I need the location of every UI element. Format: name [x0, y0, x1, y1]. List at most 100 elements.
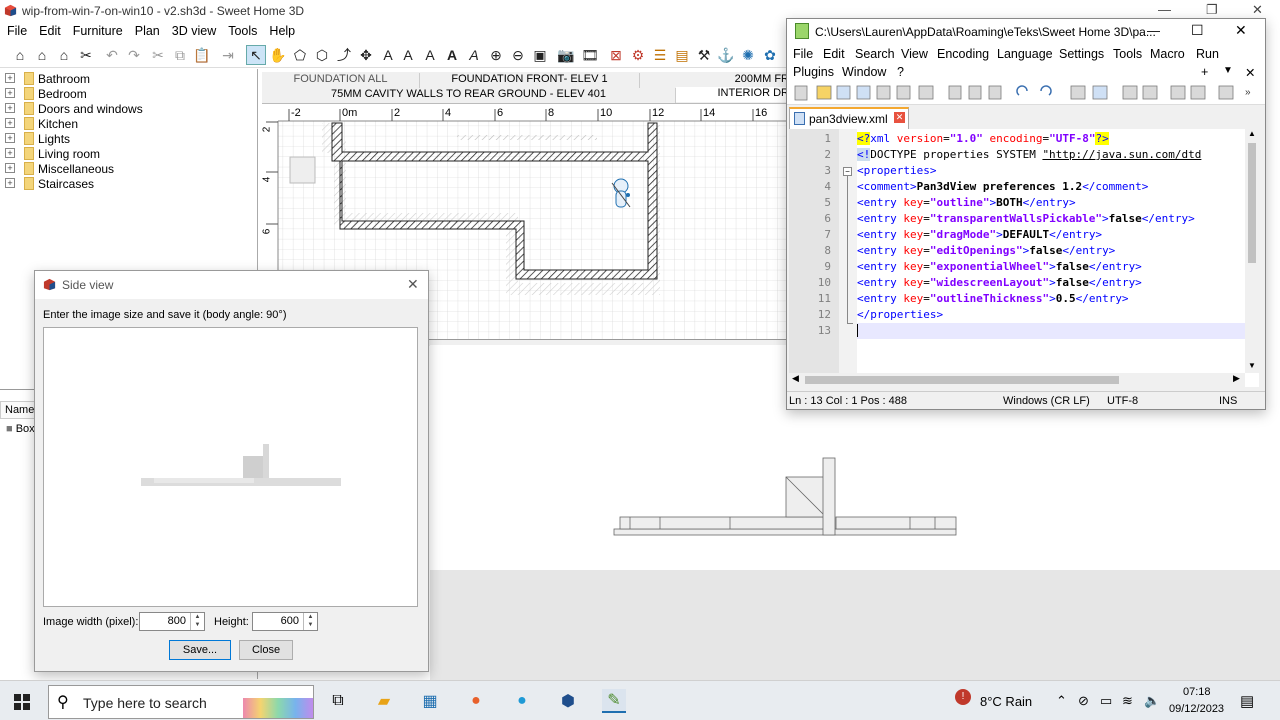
npp-new-tab-icon[interactable]: +	[1201, 65, 1208, 79]
npp-menu-edit[interactable]: Edit	[823, 47, 845, 61]
weather-alert-icon[interactable]: !	[955, 689, 971, 705]
npp-menu-search[interactable]: Search	[855, 47, 895, 61]
notepadpp-taskbar-icon[interactable]: ✎	[602, 689, 626, 713]
paste-icon[interactable]: 📋	[192, 45, 212, 65]
expand-icon[interactable]: +	[5, 118, 15, 128]
npp-tab-pan3dview[interactable]: pan3dview.xml ✕	[789, 107, 909, 129]
catalog-category-miscellaneous[interactable]: + Miscellaneous	[0, 161, 256, 176]
xml-code[interactable]: <?xml version="1.0" encoding="UTF-8"?> <…	[857, 129, 1245, 373]
maximize-icon[interactable]: ☐	[1191, 22, 1204, 39]
expand-icon[interactable]: +	[5, 148, 15, 158]
catalog-category-living-room[interactable]: + Living room	[0, 146, 256, 161]
npp-menu-settings[interactable]: Settings	[1059, 47, 1104, 61]
battery-icon[interactable]: ▭	[1100, 693, 1112, 709]
spinner-arrows-icon[interactable]: ▲ ▼	[303, 613, 317, 630]
wifi-icon[interactable]: ≋	[1122, 693, 1133, 709]
plugin-icon[interactable]: ⊠	[606, 45, 626, 65]
scroll-right-icon[interactable]: ▶	[1233, 373, 1240, 384]
npp-menu-language[interactable]: Language	[997, 47, 1053, 61]
edge-icon[interactable]: ●	[510, 689, 534, 713]
tab-foundation-front[interactable]: FOUNDATION FRONT- ELEV 1	[420, 73, 640, 88]
select-mode-icon[interactable]: ↖	[246, 45, 266, 65]
close-icon[interactable]: ✕	[1235, 22, 1247, 39]
plugin3-icon[interactable]: ☰	[650, 45, 670, 65]
create-dimensions-icon[interactable]: ✥	[356, 45, 376, 65]
expand-icon[interactable]: +	[5, 133, 15, 143]
bold-text-icon[interactable]: A	[442, 45, 462, 65]
menu-3d-view[interactable]: 3D view	[165, 22, 221, 38]
horizontal-scrollbar[interactable]: ◀ ▶	[789, 373, 1245, 387]
open-icon[interactable]: ⌂	[32, 45, 52, 65]
create-labels-icon[interactable]: A	[378, 45, 398, 65]
fold-collapse-icon[interactable]: −	[843, 167, 852, 176]
expand-icon[interactable]: +	[5, 103, 15, 113]
catalog-category-lights[interactable]: + Lights	[0, 131, 256, 146]
restore-icon[interactable]: ❐	[1206, 2, 1218, 18]
minimize-icon[interactable]: —	[1147, 23, 1160, 38]
scroll-left-icon[interactable]: ◀	[792, 373, 799, 384]
menu-help[interactable]: Help	[262, 22, 300, 38]
column-header-name[interactable]: Name	[0, 401, 36, 419]
sweethome3d-taskbar-icon[interactable]: ⬢	[556, 689, 580, 713]
task-view-icon[interactable]: ⧉	[326, 689, 350, 713]
width-spinner[interactable]: 800 ▲ ▼	[139, 612, 205, 631]
menu-file[interactable]: File	[0, 22, 32, 38]
catalog-category-kitchen[interactable]: + Kitchen	[0, 116, 256, 131]
menu-furniture[interactable]: Furniture	[66, 22, 128, 38]
create-polylines-icon[interactable]: ⤴	[334, 45, 354, 65]
catalog-category-bathroom[interactable]: + Bathroom	[0, 71, 256, 86]
clock-time[interactable]: 07:18	[1183, 686, 1211, 698]
furniture-row[interactable]: ■ Box	[6, 423, 35, 435]
camera-icon[interactable]: 📷	[556, 45, 576, 65]
add-furniture-icon[interactable]: ⇥	[218, 45, 238, 65]
scroll-down-icon[interactable]: ▼	[1248, 361, 1256, 370]
npp-menu-run[interactable]: Run	[1196, 47, 1219, 61]
expand-icon[interactable]: +	[5, 73, 15, 83]
menu-plan[interactable]: Plan	[128, 22, 165, 38]
clock-date[interactable]: 09/12/2023	[1169, 703, 1224, 715]
spinner-arrows-icon[interactable]: ▲ ▼	[190, 613, 204, 630]
cut-tool-icon[interactable]: ✂	[76, 45, 96, 65]
save-icon[interactable]: ⌂	[54, 45, 74, 65]
catalog-category-doors-windows[interactable]: + Doors and windows	[0, 101, 256, 116]
menu-edit[interactable]: Edit	[32, 22, 66, 38]
copy-icon[interactable]: ⧉	[170, 45, 190, 65]
plugin8-icon[interactable]: ✿	[760, 45, 780, 65]
new-home-icon[interactable]: ⌂	[10, 45, 30, 65]
show-hidden-icon[interactable]: ⌃	[1056, 693, 1067, 709]
npp-menu-view[interactable]: View	[901, 47, 928, 61]
notifications-icon[interactable]: ▤	[1240, 692, 1254, 710]
pan-mode-icon[interactable]: ✋	[268, 45, 288, 65]
italic-text-icon[interactable]: A	[464, 45, 484, 65]
taskbar-search-box[interactable]: ⚲ Type here to search	[48, 685, 314, 719]
npp-menu-tools[interactable]: Tools	[1113, 47, 1142, 61]
create-walls-icon[interactable]: ⬠	[290, 45, 310, 65]
close-icon[interactable]: ✕	[407, 276, 419, 293]
plugin7-icon[interactable]: ✺	[738, 45, 758, 65]
npp-close-doc-icon[interactable]: ✕	[1245, 65, 1255, 80]
npp-menu-macro[interactable]: Macro	[1150, 47, 1185, 61]
npp-editor[interactable]: 1 2 3 4 5 6 7 8 9 10 11 12 13 − <?xml ve…	[789, 129, 1259, 387]
file-explorer-icon[interactable]: ▰	[372, 689, 396, 713]
expand-icon[interactable]: +	[5, 178, 15, 188]
npp-toolbar-icons[interactable]: »	[787, 81, 1265, 105]
tab-close-icon[interactable]: ✕	[894, 112, 905, 123]
plugin6-icon[interactable]: ⚓	[716, 45, 736, 65]
tab-interior-dr[interactable]: INTERIOR DR	[676, 87, 790, 102]
close-button[interactable]: Close	[239, 640, 293, 660]
zoom-out-icon[interactable]: ⊖	[508, 45, 528, 65]
expand-icon[interactable]: +	[5, 88, 15, 98]
volume-icon[interactable]: 🔈	[1144, 693, 1160, 709]
plugin2-icon[interactable]: ⚙	[628, 45, 648, 65]
close-icon[interactable]: ✕	[1252, 2, 1263, 18]
plugin5-icon[interactable]: ⚒	[694, 45, 714, 65]
expand-icon[interactable]: +	[5, 163, 15, 173]
npp-tab-list-icon[interactable]: ▼	[1223, 65, 1233, 76]
plugin4-icon[interactable]: ▤	[672, 45, 692, 65]
video-icon[interactable]: 🎞	[580, 45, 600, 65]
npp-menu-window[interactable]: Window	[842, 65, 886, 79]
height-spinner[interactable]: 600 ▲ ▼	[252, 612, 318, 631]
catalog-category-staircases[interactable]: + Staircases	[0, 176, 256, 191]
increase-text-icon[interactable]: A	[398, 45, 418, 65]
firefox-icon[interactable]: ●	[464, 689, 488, 713]
